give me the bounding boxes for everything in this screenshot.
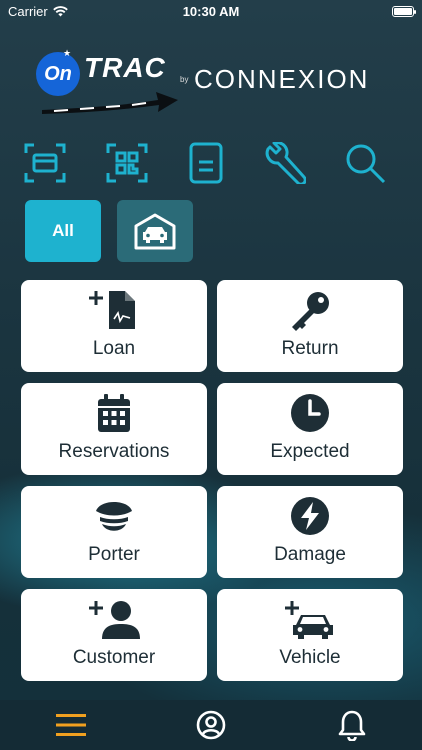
porter-cap-icon <box>21 494 207 538</box>
garage-car-icon <box>134 213 176 250</box>
tile-label: Customer <box>72 647 156 668</box>
star-icon: ★ <box>63 48 72 58</box>
add-document-icon <box>21 288 207 332</box>
clock-icon <box>217 391 403 435</box>
wrench-icon[interactable] <box>262 140 308 186</box>
status-bar: Carrier 10:30 AM <box>0 0 422 22</box>
tile-label: Return <box>281 338 339 359</box>
reservations-tile[interactable]: Reservations <box>21 383 207 475</box>
porter-tile[interactable]: Porter <box>21 486 207 578</box>
bottom-nav-bar <box>0 700 422 750</box>
app-logo: On ★ TRAC by CONNEXION <box>30 42 400 122</box>
logo-by-text: by <box>180 75 189 84</box>
tile-label: Damage <box>274 544 346 565</box>
customer-tile[interactable]: Customer <box>21 589 207 681</box>
tile-label: Loan <box>92 338 136 359</box>
vehicle-tile[interactable]: Vehicle <box>217 589 403 681</box>
filter-garage-button[interactable] <box>117 200 193 262</box>
filter-all-button[interactable]: All <box>25 200 101 262</box>
tile-label: Expected <box>270 441 350 462</box>
add-car-icon <box>217 597 403 641</box>
return-tile[interactable]: Return <box>217 280 403 372</box>
calendar-icon <box>21 391 207 435</box>
toolbar <box>0 140 422 186</box>
road-arrow-icon <box>42 92 178 114</box>
account-icon[interactable] <box>195 710 227 740</box>
tile-label: Porter <box>88 544 140 565</box>
damage-tile[interactable]: Damage <box>217 486 403 578</box>
logo-connexion-text: CONNEXION <box>194 64 370 94</box>
add-person-icon <box>21 597 207 641</box>
key-icon <box>217 288 403 332</box>
menu-icon[interactable] <box>55 710 87 740</box>
filter-all-label: All <box>52 221 74 240</box>
expected-tile[interactable]: Expected <box>217 383 403 475</box>
search-icon[interactable] <box>342 140 388 186</box>
status-time: 10:30 AM <box>182 3 240 19</box>
bell-icon[interactable] <box>336 710 368 741</box>
tile-label: Reservations <box>58 441 170 462</box>
tile-label: Vehicle <box>279 647 341 668</box>
loan-tile[interactable]: Loan <box>21 280 207 372</box>
card-scan-icon[interactable] <box>22 140 68 186</box>
lightning-icon <box>217 494 403 538</box>
document-icon[interactable] <box>183 140 229 186</box>
qr-scan-icon[interactable] <box>104 140 150 186</box>
battery-icon <box>392 5 416 17</box>
